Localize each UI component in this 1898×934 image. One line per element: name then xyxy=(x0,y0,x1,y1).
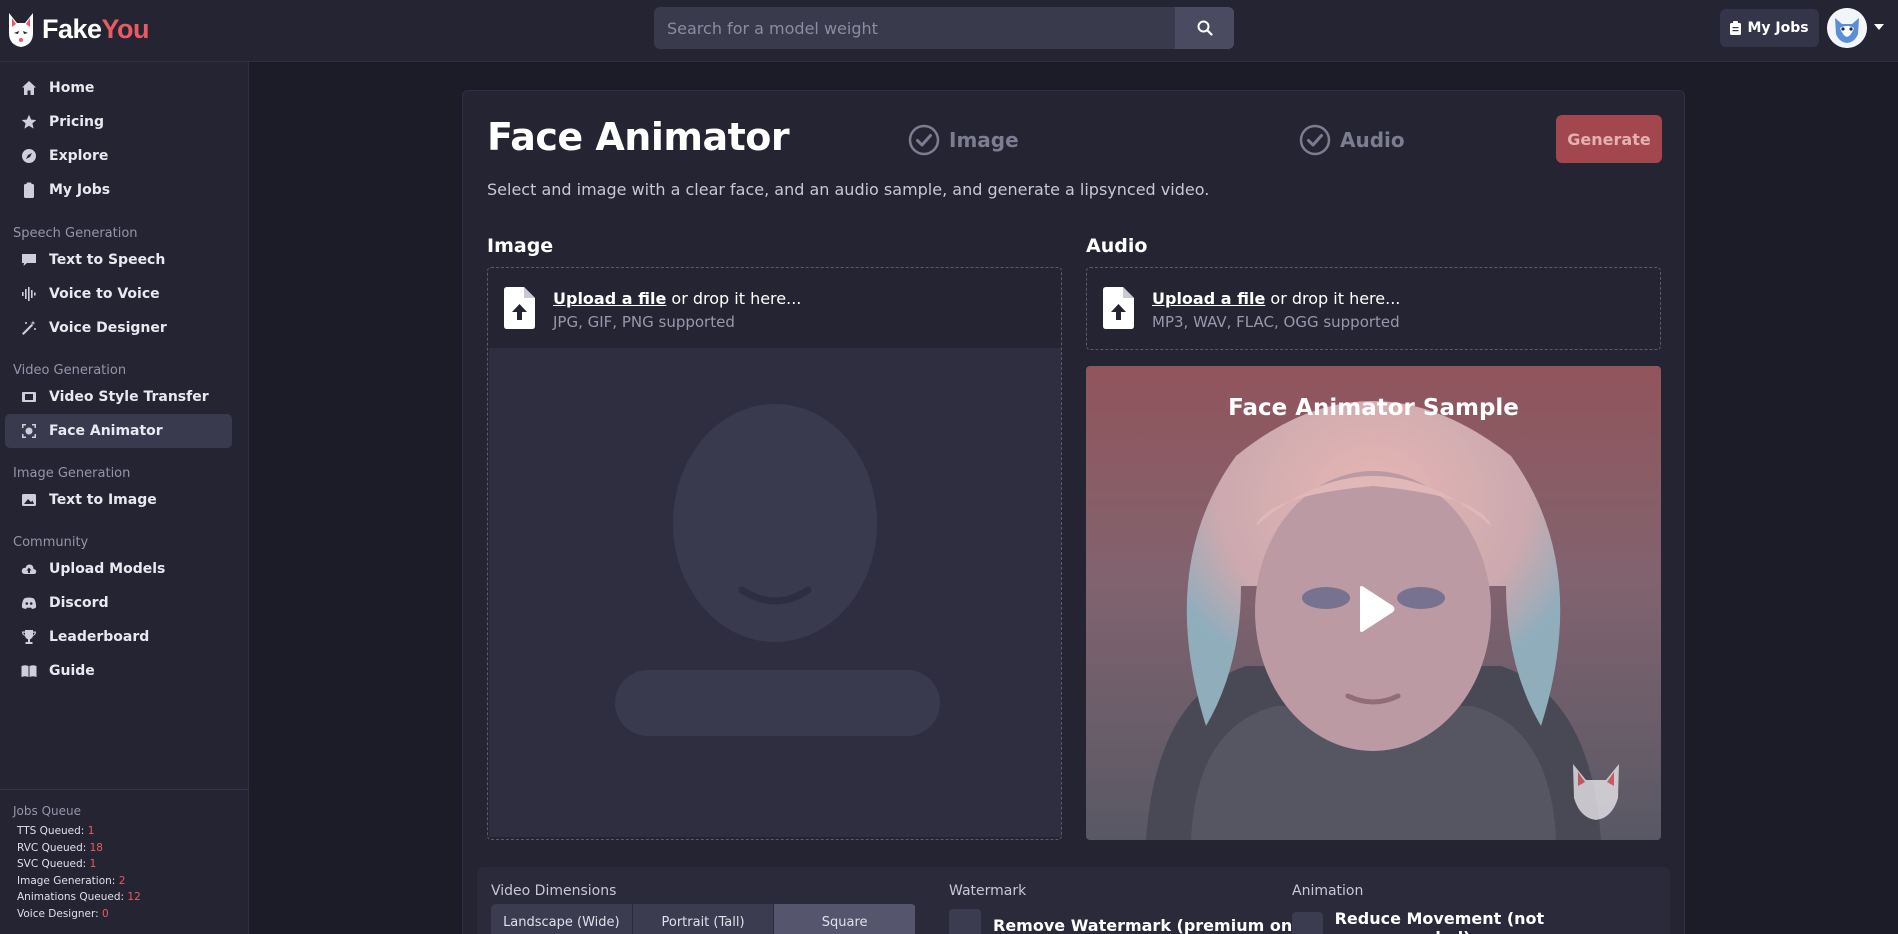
top-bar: FakeYou My Jobs xyxy=(0,0,1898,62)
sidebar-item-leaderboard[interactable]: Leaderboard xyxy=(5,620,232,654)
sample-video[interactable]: Face Animator Sample xyxy=(1086,366,1661,840)
my-jobs-button[interactable]: My Jobs xyxy=(1720,9,1819,47)
discord-icon xyxy=(21,595,37,611)
sidebar-item-my-jobs[interactable]: My Jobs xyxy=(5,173,232,207)
sidebar-item-voice-to-voice[interactable]: Voice to Voice xyxy=(5,277,232,311)
brand-name: FakeYou xyxy=(42,13,150,44)
sidebar-item-text-to-speech[interactable]: Text to Speech xyxy=(5,243,232,277)
image-upload-prompt: Upload a file or drop it here... xyxy=(553,289,802,308)
check-circle-icon xyxy=(908,124,940,156)
user-avatar[interactable] xyxy=(1827,8,1867,48)
dimension-option-portrait[interactable]: Portrait (Tall) xyxy=(632,904,775,934)
magic-wand-icon xyxy=(21,320,37,336)
dimension-option-landscape[interactable]: Landscape (Wide) xyxy=(491,904,633,934)
section-label-image: Image Generation xyxy=(13,466,131,481)
queue-divider xyxy=(0,789,249,790)
logo[interactable]: FakeYou xyxy=(6,9,150,49)
my-jobs-label: My Jobs xyxy=(1747,20,1809,36)
audio-upload-prompt: Upload a file or drop it here... xyxy=(1152,289,1401,308)
book-icon xyxy=(21,663,37,679)
section-label-video: Video Generation xyxy=(13,363,127,378)
face-scan-icon xyxy=(21,423,37,439)
sidebar-item-explore[interactable]: Explore xyxy=(5,139,232,173)
clipboard-icon xyxy=(21,182,37,198)
star-icon xyxy=(21,114,37,130)
sidebar-item-voice-designer[interactable]: Voice Designer xyxy=(5,311,232,345)
sidebar-item-pricing[interactable]: Pricing xyxy=(5,105,232,139)
queue-line-tts: TTS Queued: 1 xyxy=(17,825,95,837)
play-icon[interactable] xyxy=(1356,585,1396,633)
queue-line-svc: SVC Queued: 1 xyxy=(17,858,97,870)
check-circle-icon xyxy=(1299,124,1331,156)
animation-label: Animation xyxy=(1292,883,1364,899)
video-dimensions-label: Video Dimensions xyxy=(491,883,617,899)
image-upload-link[interactable]: Upload a file xyxy=(553,289,666,308)
checkbox-box[interactable] xyxy=(949,909,981,934)
fox-mask-icon xyxy=(9,13,33,47)
jobs-queue-title: Jobs Queue xyxy=(13,804,81,818)
generate-button[interactable]: Generate xyxy=(1556,115,1662,163)
audio-dropzone[interactable]: Upload a file or drop it here... MP3, WA… xyxy=(1086,267,1661,350)
person-placeholder-icon xyxy=(615,404,940,736)
home-icon xyxy=(21,80,37,96)
chevron-down-icon[interactable] xyxy=(1873,22,1885,32)
file-upload-icon xyxy=(504,287,535,329)
sidebar-item-face-animator[interactable]: Face Animator xyxy=(5,414,232,448)
sidebar-item-guide[interactable]: Guide xyxy=(5,654,232,688)
search-bar xyxy=(654,7,1234,49)
avatar-fox-icon xyxy=(1827,8,1867,48)
step-audio: Audio xyxy=(1299,124,1405,156)
image-column-title: Image xyxy=(487,235,554,257)
face-animator-card: Face Animator Image Audio Generate Selec… xyxy=(462,90,1685,934)
sidebar-item-upload-models[interactable]: Upload Models xyxy=(5,552,232,586)
cloud-upload-icon xyxy=(21,561,37,577)
file-upload-icon xyxy=(1103,287,1134,329)
trophy-icon xyxy=(21,629,37,645)
section-label-speech: Speech Generation xyxy=(13,226,138,241)
page-subtitle: Select and image with a clear face, and … xyxy=(487,180,1210,199)
dimension-selector: Landscape (Wide) Portrait (Tall) Square xyxy=(491,904,916,934)
reduce-movement-label: Reduce Movement (not recommended) xyxy=(1334,909,1545,934)
queue-line-rvc: RVC Queued: 18 xyxy=(17,842,103,854)
section-label-community: Community xyxy=(13,535,89,550)
speech-bubble-icon xyxy=(21,252,37,268)
queue-line-image: Image Generation: 2 xyxy=(17,875,126,887)
page-title: Face Animator xyxy=(487,115,790,159)
clipboard-icon xyxy=(1730,21,1742,35)
search-icon xyxy=(1197,20,1213,36)
sidebar-item-home[interactable]: Home xyxy=(5,71,232,105)
film-icon xyxy=(21,389,37,405)
remove-watermark-label: Remove Watermark (premium only) xyxy=(993,915,1316,934)
audio-upload-link[interactable]: Upload a file xyxy=(1152,289,1265,308)
queue-line-voice-designer: Voice Designer: 0 xyxy=(17,908,109,920)
sidebar-item-discord[interactable]: Discord xyxy=(5,586,232,620)
checkbox-box[interactable] xyxy=(1292,912,1323,934)
sample-video-title: Face Animator Sample xyxy=(1228,395,1519,421)
search-button[interactable] xyxy=(1175,7,1234,49)
step-image: Image xyxy=(908,124,1019,156)
search-input[interactable] xyxy=(654,7,1174,49)
image-icon xyxy=(21,492,37,508)
settings-panel: Video Dimensions Landscape (Wide) Portra… xyxy=(477,867,1670,934)
sidebar-item-video-style-transfer[interactable]: Video Style Transfer xyxy=(5,380,232,414)
remove-watermark-checkbox[interactable]: Remove Watermark (premium only) xyxy=(949,909,1315,934)
audio-formats: MP3, WAV, FLAC, OGG supported xyxy=(1152,313,1400,331)
compass-icon xyxy=(21,148,37,164)
waveform-icon xyxy=(21,286,37,302)
image-dropzone[interactable]: Upload a file or drop it here... JPG, GI… xyxy=(487,267,1062,840)
queue-line-animations: Animations Queued: 12 xyxy=(17,891,141,903)
reduce-movement-checkbox[interactable]: Reduce Movement (not recommended) xyxy=(1292,909,1670,934)
audio-column-title: Audio xyxy=(1086,235,1148,257)
sidebar: Home Pricing Explore My Jobs Speech Gene… xyxy=(0,62,249,934)
dimension-option-square[interactable]: Square xyxy=(774,904,916,934)
watermark-label: Watermark xyxy=(949,883,1027,899)
sidebar-item-text-to-image[interactable]: Text to Image xyxy=(5,483,232,517)
image-formats: JPG, GIF, PNG supported xyxy=(553,313,735,331)
image-placeholder xyxy=(489,348,1061,837)
